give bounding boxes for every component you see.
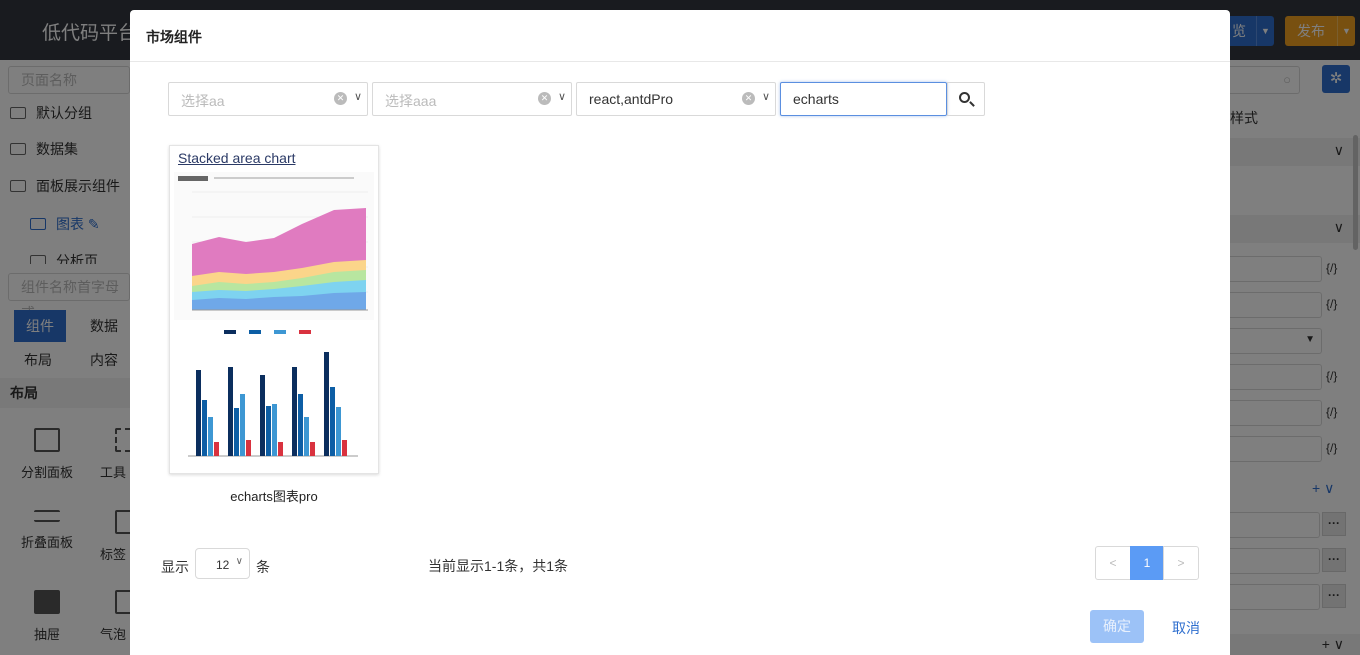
market-components-modal: 市场组件 选择aa ✕ ∨ 选择aaa ✕ ∨ react,antdPro ✕ … [130, 10, 1230, 655]
page-size-value: 12 [216, 558, 230, 572]
filter-select-3[interactable]: react,antdPro ✕ ∨ [576, 82, 776, 116]
page-size-select[interactable]: 12 ∨ [195, 548, 250, 579]
search-icon [959, 92, 970, 103]
card-title[interactable]: Stacked area chart [178, 150, 296, 166]
page-size-label: 显示 [161, 559, 189, 575]
pagination-prev[interactable]: < [1095, 546, 1131, 580]
chevron-down-icon: ∨ [235, 556, 243, 567]
component-card[interactable]: Stacked area chart [169, 145, 379, 474]
keyword-search-input[interactable]: echarts [780, 82, 947, 116]
modal-header: 市场组件 [130, 10, 1230, 62]
filter-select-1-placeholder: 选择aa [181, 93, 225, 109]
chevron-down-icon: ∨ [761, 91, 770, 103]
chevron-down-icon: ∨ [557, 91, 566, 103]
filter-select-3-value: react,antdPro [589, 91, 674, 107]
clear-icon[interactable]: ✕ [334, 92, 347, 105]
clear-icon[interactable]: ✕ [742, 92, 755, 105]
cancel-button[interactable]: 取消 [1172, 618, 1200, 638]
page-size-unit: 条 [256, 559, 270, 575]
clear-icon[interactable]: ✕ [538, 92, 551, 105]
filter-select-2[interactable]: 选择aaa ✕ ∨ [372, 82, 572, 116]
pagination-page-1[interactable]: 1 [1130, 546, 1164, 580]
confirm-button[interactable]: 确定 [1090, 610, 1144, 643]
filter-select-1[interactable]: 选择aa ✕ ∨ [168, 82, 368, 116]
pagination-summary: 当前显示1-1条，共1条 [428, 558, 569, 574]
modal-title: 市场组件 [146, 29, 202, 45]
card-caption: echarts图表pro [230, 489, 318, 504]
filter-select-2-placeholder: 选择aaa [385, 93, 437, 109]
card-preview-image [174, 172, 374, 472]
chevron-down-icon: ∨ [353, 91, 362, 103]
pagination-next[interactable]: > [1163, 546, 1199, 580]
search-button[interactable] [947, 82, 985, 116]
